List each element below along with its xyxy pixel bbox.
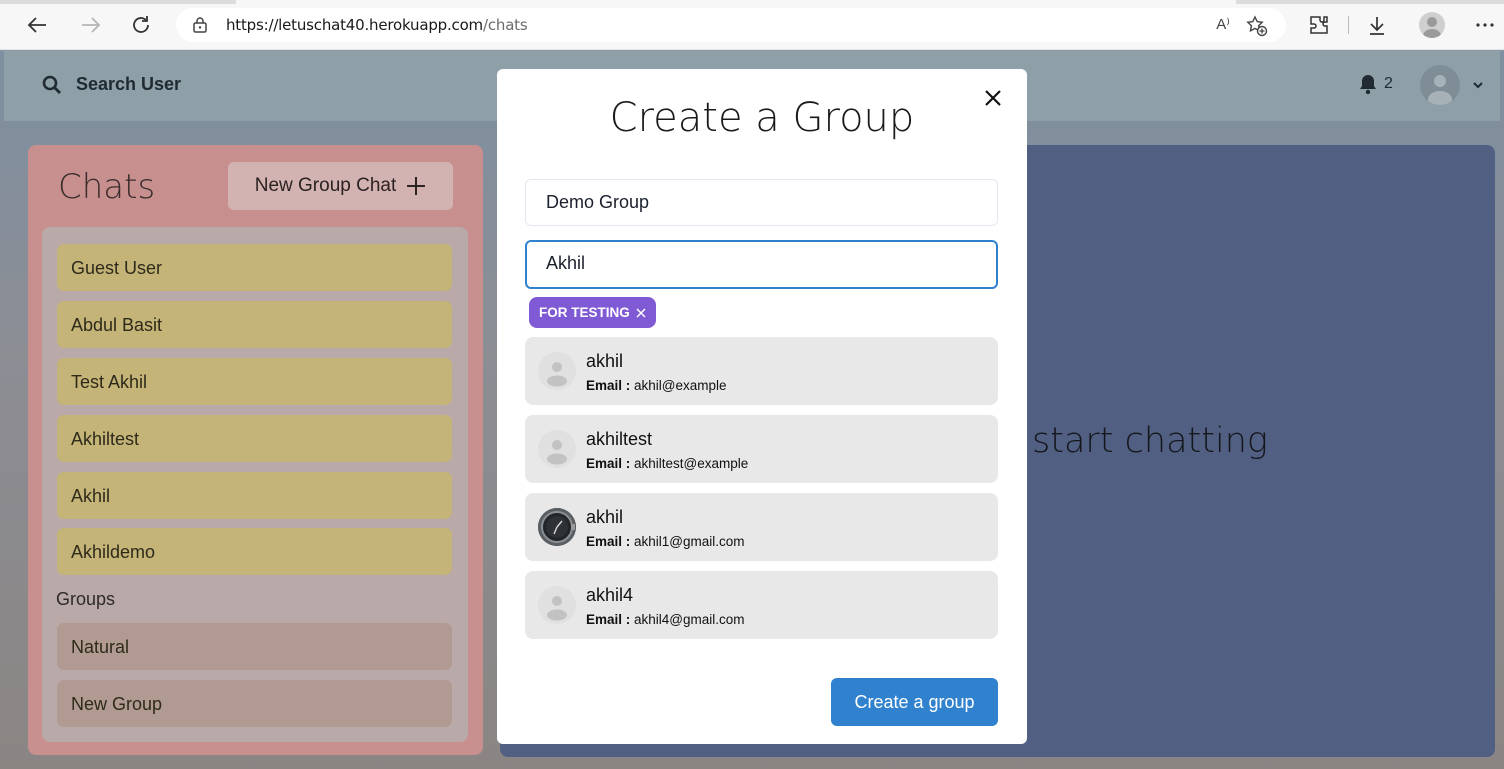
user-result-name: akhil4 [586, 585, 634, 605]
notification-count: 2 [1384, 75, 1393, 92]
chat-item-label: Test Akhil [71, 372, 148, 392]
email-label: Email : [586, 612, 631, 627]
chat-item[interactable]: Akhiltest [57, 415, 452, 462]
group-item-label: New Group [71, 694, 163, 714]
user-result-email: Email : akhil4@gmail.com [586, 612, 745, 627]
active-tab[interactable] [236, 0, 1236, 4]
user-result-name: akhil [586, 507, 624, 527]
selected-user-tag[interactable]: FOR TESTING [529, 297, 656, 328]
groups-heading: Groups [56, 589, 116, 609]
browser-toolbar: https://letuschat40.herokuapp.com/chats … [0, 0, 1504, 50]
create-group-modal: Create a Group Demo Group Akhil FOR TEST… [497, 69, 1027, 744]
user-result-email-value: akhil1@gmail.com [634, 534, 745, 549]
read-aloud-icon[interactable]: A⁾ [1216, 15, 1230, 33]
downloads-icon[interactable] [1364, 12, 1390, 38]
default-avatar-icon [538, 430, 576, 468]
modal-title: Create a Group [609, 95, 915, 141]
chat-item[interactable]: Guest User [57, 244, 452, 291]
refresh-icon[interactable] [128, 12, 154, 38]
empty-chat-placeholder: start chatting [1032, 421, 1268, 461]
bell-icon [1360, 75, 1376, 95]
forward-icon[interactable] [78, 12, 104, 38]
notifications-button[interactable]: 2 [1358, 73, 1393, 95]
my-chats-panel: Chats New Group Chat Guest User Abdul Ba… [28, 145, 483, 755]
chats-title: Chats [58, 167, 156, 207]
group-item[interactable]: New Group [57, 680, 452, 727]
tag-remove-icon[interactable] [636, 307, 646, 318]
user-result-email: Email : akhil1@gmail.com [586, 534, 745, 549]
user-result-item[interactable]: akhil Email : akhil@example [525, 337, 998, 405]
browser-profile-avatar[interactable] [1419, 12, 1445, 38]
user-result-email-value: akhil4@gmail.com [634, 612, 745, 627]
chat-item[interactable]: Abdul Basit [57, 301, 452, 348]
lock-icon[interactable] [192, 16, 208, 39]
add-favorite-icon[interactable] [1246, 15, 1268, 42]
chat-item-label: Akhildemo [71, 542, 156, 562]
chat-item[interactable]: Akhil [57, 472, 452, 519]
user-result-name: akhiltest [586, 429, 653, 449]
default-avatar-icon [538, 352, 576, 390]
user-result-email-value: akhiltest@example [634, 456, 749, 471]
user-result-item[interactable]: akhil Email : akhil1@gmail.com [525, 493, 998, 561]
add-users-search-input[interactable]: Akhil [525, 240, 998, 289]
back-icon[interactable] [24, 12, 50, 38]
user-result-item[interactable]: akhiltest Email : akhiltest@example [525, 415, 998, 483]
url-host: https://letuschat40.herokuapp.com [226, 16, 483, 34]
selected-user-tag-label: FOR TESTING [539, 305, 630, 320]
url-path: /chats [482, 16, 528, 34]
user-avatar [1420, 65, 1460, 105]
user-result-name: akhil [586, 351, 624, 371]
default-avatar-icon [538, 586, 576, 624]
chat-item[interactable]: Akhildemo [57, 528, 452, 575]
url-text: https://letuschat40.herokuapp.com/chats [226, 16, 528, 34]
group-name-input[interactable]: Demo Group [525, 179, 998, 226]
new-group-chat-label: New Group Chat [254, 175, 397, 196]
create-group-button[interactable]: Create a group [831, 678, 998, 726]
chat-item-label: Abdul Basit [71, 315, 163, 335]
group-item[interactable]: Natural [57, 623, 452, 670]
user-result-email: Email : akhiltest@example [586, 456, 748, 471]
toolbar-divider [1348, 16, 1349, 34]
email-label: Email : [586, 378, 631, 393]
more-options-icon[interactable] [1472, 12, 1498, 38]
chevron-down-icon [1473, 82, 1483, 89]
chat-item-label: Akhil [71, 486, 111, 506]
email-label: Email : [586, 534, 631, 549]
search-user-button[interactable]: Search User [42, 74, 181, 95]
search-user-label: Search User [76, 74, 182, 94]
email-label: Email : [586, 456, 631, 471]
user-result-email: Email : akhil@example [586, 378, 727, 393]
chat-item[interactable]: Test Akhil [57, 358, 452, 405]
tab-strip [0, 0, 1504, 4]
plus-icon [407, 177, 426, 195]
group-item-label: Natural [71, 637, 130, 657]
chat-list: Guest User Abdul Basit Test Akhil Akhilt… [42, 227, 468, 742]
chat-item-label: Akhiltest [71, 429, 140, 449]
close-icon[interactable] [981, 86, 1005, 110]
chat-item-label: Guest User [71, 258, 163, 278]
extensions-icon[interactable] [1306, 12, 1332, 38]
search-icon [42, 75, 61, 94]
user-result-email-value: akhil@example [634, 378, 727, 393]
watch-photo-avatar [538, 508, 576, 546]
user-result-item[interactable]: akhil4 Email : akhil4@gmail.com [525, 571, 998, 639]
profile-menu-button[interactable] [1420, 65, 1484, 105]
new-group-chat-button[interactable]: New Group Chat [228, 162, 453, 210]
address-bar[interactable]: https://letuschat40.herokuapp.com/chats … [176, 8, 1286, 42]
